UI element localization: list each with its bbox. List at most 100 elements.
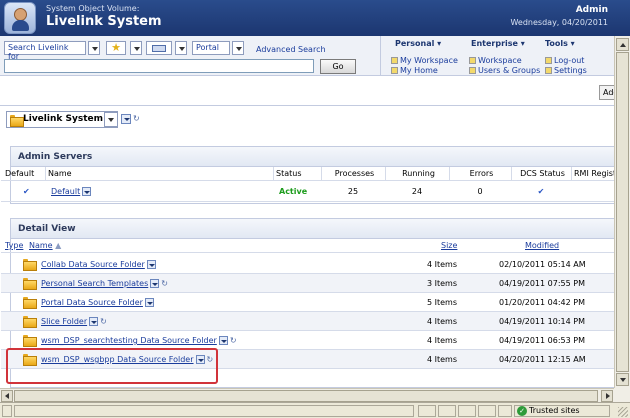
item-function-menu-icon[interactable] [144,298,154,307]
item-name-link[interactable]: Portal Data Source Folder [41,298,143,307]
header-bar: System Object Volume: Livelink System Ad… [0,0,630,36]
favorites-dropdown-icon[interactable] [130,41,142,55]
item-size: 4 Items [426,317,457,326]
settings-link[interactable]: Settings [545,66,587,75]
users-icon [469,67,476,74]
detail-view-header: Type Name ▲ Size Modified [1,239,615,253]
highlight-box [6,348,218,384]
col-dcs-status: DCS Status [511,167,571,181]
user-avatar-icon [4,2,36,34]
status-text [14,405,414,417]
status-pane [478,405,496,417]
item-modified: 04/20/2011 12:15 AM [499,355,586,364]
server-function-menu-icon[interactable] [82,187,92,196]
scroll-thumb[interactable] [14,390,598,402]
table-row: ✔ Default Active 25 24 0 ✔ [1,182,615,202]
status-bar: Trusted sites [0,402,630,418]
my-home-link[interactable]: My Home [391,66,438,75]
search-input[interactable] [4,59,314,73]
workspace-icon [469,57,476,64]
user-name: Admin [575,5,608,15]
list-item: Slice Folder ↻ 4 Items 04/19/2011 10:14 P… [1,312,615,331]
view-dropdown-icon[interactable] [175,41,187,55]
server-name-link[interactable]: Default [51,182,92,202]
sort-modified-link[interactable]: Modified [523,239,559,253]
item-name-link[interactable]: Collab Data Source Folder [41,260,145,269]
item-size: 4 Items [426,260,457,269]
go-button[interactable]: Go [320,59,356,74]
col-name: Name [45,167,273,181]
settings-icon [545,67,552,74]
server-running: 24 [411,187,423,196]
folder-icon [23,278,37,290]
refresh-icon[interactable]: ↻ [100,317,107,326]
security-zone: Trusted sites [514,405,610,417]
item-size: 3 Items [426,279,457,288]
item-function-menu-icon[interactable] [146,260,156,269]
item-size: 4 Items [426,336,457,345]
item-name-link[interactable]: Personal Search Templates [41,279,148,288]
scroll-right-icon[interactable] [601,390,613,402]
portal-select[interactable]: Portal [192,41,230,55]
folder-icon [23,297,37,309]
function-menu-icon[interactable] [121,114,131,124]
scroll-left-icon[interactable] [1,390,13,402]
col-status: Status [273,167,321,181]
list-item: Collab Data Source Folder 4 Items 02/10/… [1,255,615,274]
item-modified: 02/10/2011 05:14 AM [499,260,586,269]
personal-menu[interactable]: Personal ▾ [395,39,441,48]
item-size: 4 Items [426,355,457,364]
status-pane [418,405,436,417]
horizontal-scrollbar[interactable] [0,388,614,402]
add-item-button[interactable]: Add Item [599,85,615,100]
col-processes: Processes [321,167,385,181]
folder-icon [23,335,37,347]
refresh-icon[interactable]: ↻ [230,336,237,345]
item-size: 5 Items [426,298,457,307]
search-scope-dropdown-icon[interactable] [88,41,100,55]
item-modified: 04/19/2011 10:14 PM [499,317,585,326]
global-menus: Personal ▾ Enterprise ▾ Tools ▾ My Works… [380,36,614,76]
sort-size-link[interactable]: Size [439,239,457,253]
search-bar: Search Livelink for ★ Portal Advanced Se… [0,36,380,76]
search-scope-select[interactable]: Search Livelink for [4,41,86,61]
enterprise-menu[interactable]: Enterprise ▾ [471,39,525,48]
enterprise-workspace-link[interactable]: Workspace [469,56,522,65]
scroll-up-icon[interactable] [616,38,629,51]
server-errors: 0 [477,187,483,196]
portal-dropdown-icon[interactable] [232,41,244,55]
refresh-icon[interactable]: ↻ [133,114,140,123]
admin-servers-title: Admin Servers [11,147,614,167]
admin-servers-header: Default Name Status Processes Running Er… [1,167,615,181]
logout-link[interactable]: Log-out [545,56,584,65]
advanced-search-link[interactable]: Advanced Search [256,45,326,54]
logout-icon [545,57,552,64]
scroll-down-icon[interactable] [616,373,629,386]
status-pane [498,405,512,417]
item-function-menu-icon[interactable] [218,336,228,345]
page-title: Livelink System [46,14,162,29]
refresh-icon[interactable]: ↻ [161,279,168,288]
vertical-scrollbar[interactable] [614,36,630,388]
sort-type-link[interactable]: Type [3,239,23,253]
my-workspace-link[interactable]: My Workspace [391,56,458,65]
users-groups-link[interactable]: Users & Groups [469,66,540,75]
item-name-link[interactable]: wsm_DSP_searchtesting Data Source Folder [41,336,217,345]
location-dropdown-icon[interactable] [104,112,118,127]
view-icon[interactable] [146,41,172,55]
admin-servers-panel: Admin Servers Default Name Status Proces… [1,146,615,204]
item-name-link[interactable]: Slice Folder [41,317,87,326]
resize-grip-icon[interactable] [618,407,628,417]
item-function-menu-icon[interactable] [150,279,160,288]
col-default: Default [5,169,35,178]
location-menu[interactable]: Livelink System [6,111,118,128]
scroll-thumb[interactable] [616,52,629,372]
server-status: Active [279,187,308,196]
scroll-corner [614,388,630,402]
default-check-icon: ✔ [23,187,30,196]
divider [0,105,614,106]
tools-menu[interactable]: Tools ▾ [545,39,575,48]
favorites-star-icon[interactable]: ★ [106,41,126,55]
item-function-menu-icon[interactable] [89,317,99,326]
sort-name-link[interactable]: Name ▲ [27,239,61,253]
